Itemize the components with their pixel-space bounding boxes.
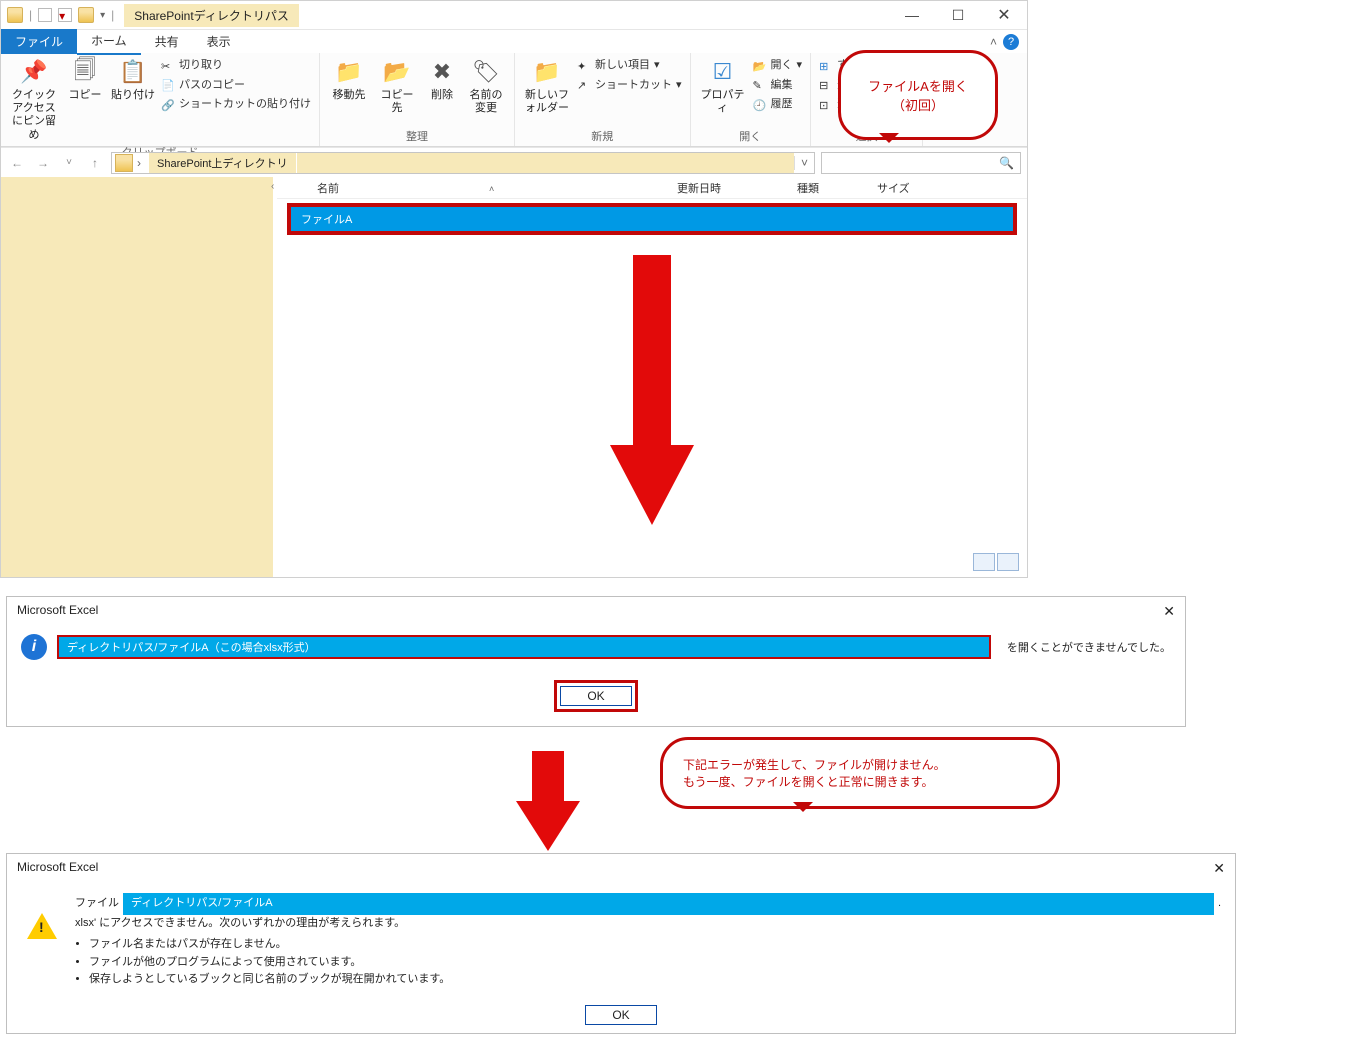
nav-tree[interactable]	[1, 177, 273, 577]
dialog-text: ファイル ディレクトリパス/ファイルA . xlsx' にアクセスできません。次…	[75, 893, 1221, 989]
tab-view[interactable]: 表示	[193, 29, 245, 54]
view-icons-button[interactable]	[997, 553, 1019, 571]
callout-text: ファイルAを開く	[868, 76, 968, 95]
properties-button[interactable]: ☑プロパティ	[699, 57, 747, 115]
qat-icon[interactable]	[38, 8, 52, 22]
address-bar[interactable]: › SharePoint上ディレクトリ ˅	[111, 152, 815, 174]
tab-share[interactable]: 共有	[141, 29, 193, 54]
open-button[interactable]: 📂開く ▾	[753, 57, 803, 75]
new-folder-button[interactable]: 📁新しいフォルダー	[523, 57, 571, 115]
titlebar: | ▾ ▾ | SharePointディレクトリパス — ☐ ✕	[1, 1, 1027, 29]
recent-button[interactable]: ˅	[59, 153, 79, 173]
dialog-text: を開くことができませんでした。	[1007, 639, 1171, 655]
pin-button[interactable]: 📌クイック アクセスにピン留め	[9, 57, 59, 142]
rename-button[interactable]: 🏷名前の変更	[466, 57, 506, 115]
folder-icon	[78, 7, 94, 23]
paste-button[interactable]: 📋貼り付け	[111, 57, 155, 102]
col-type[interactable]: 種類	[787, 180, 867, 196]
ribbon-collapse-icon[interactable]: ˄	[984, 35, 1003, 49]
new-item-button[interactable]: ✦新しい項目 ▾	[577, 57, 660, 75]
file-list: 名前˄ 更新日時 種類 サイズ ファイルA	[277, 177, 1027, 577]
view-switcher	[973, 553, 1019, 571]
breadcrumb[interactable]: SharePoint上ディレクトリ	[149, 153, 296, 173]
navbar: ← → ˅ ↑ › SharePoint上ディレクトリ ˅ 🔍	[1, 147, 1027, 177]
history-button[interactable]: 🕘履歴	[753, 96, 793, 114]
qat-caret[interactable]: ▾	[100, 10, 105, 21]
copyto-button[interactable]: 📂コピー先	[376, 57, 418, 115]
column-headers: 名前˄ 更新日時 種類 サイズ	[277, 177, 1027, 199]
window-title: SharePointディレクトリパス	[124, 4, 299, 27]
qat-separator: |	[111, 8, 114, 22]
dialog-excel-2: Microsoft Excel ✕ ファイル ディレクトリパス/ファイルA . …	[6, 853, 1236, 1034]
delete-button[interactable]: ✖削除	[424, 57, 460, 102]
highlight-box: ファイルA	[287, 203, 1017, 235]
paste-shortcut-button[interactable]: 🔗ショートカットの貼り付け	[161, 96, 311, 114]
callout-text: （初回）	[892, 95, 944, 114]
highlighted-path: ディレクトリパス/ファイルA（この場合xlsx形式）	[59, 637, 989, 657]
minimize-button[interactable]: —	[889, 1, 935, 29]
callout-text: 下記エラーが発生して、ファイルが開けません。	[683, 756, 946, 773]
maximize-button[interactable]: ☐	[935, 1, 981, 29]
close-icon[interactable]: ✕	[1213, 860, 1225, 877]
callout: ファイルAを開く （初回）	[838, 50, 998, 140]
cut-button[interactable]: ✂切り取り	[161, 57, 223, 75]
group-label: 整理	[406, 128, 428, 144]
search-icon: 🔍	[999, 156, 1014, 170]
view-details-button[interactable]	[973, 553, 995, 571]
info-icon: i	[21, 634, 47, 660]
folder-icon	[7, 7, 23, 23]
arrow-icon	[629, 255, 675, 525]
dialog-excel-1: Microsoft Excel ✕ i ディレクトリパス/ファイルA（この場合x…	[6, 596, 1186, 727]
qat-icon[interactable]: ▾	[58, 8, 72, 22]
qat-separator: |	[29, 8, 32, 22]
col-size[interactable]: サイズ	[867, 180, 927, 196]
copy-button[interactable]: 🗐コピー	[65, 57, 105, 102]
back-button[interactable]: ←	[7, 153, 27, 173]
forward-button[interactable]: →	[33, 153, 53, 173]
up-button[interactable]: ↑	[85, 153, 105, 173]
file-row[interactable]: ファイルA	[291, 207, 1013, 231]
close-button[interactable]: ✕	[981, 1, 1027, 29]
help-icon[interactable]: ?	[1003, 34, 1019, 50]
ok-button[interactable]: OK	[560, 686, 631, 706]
moveto-button[interactable]: 📁移動先	[328, 57, 370, 102]
callout: 下記エラーが発生して、ファイルが開けません。 もう一度、ファイルを開くと正常に開…	[660, 737, 1060, 809]
warning-icon	[27, 913, 57, 939]
col-date[interactable]: 更新日時	[667, 180, 787, 196]
search-input[interactable]: 🔍	[821, 152, 1021, 174]
highlighted-path: ディレクトリパス/ファイルA	[123, 893, 1214, 915]
group-label: 開く	[739, 128, 761, 144]
arrow-icon	[528, 751, 568, 841]
address-dropdown-icon[interactable]: ˅	[794, 156, 814, 170]
tab-file[interactable]: ファイル	[1, 29, 77, 54]
folder-icon	[115, 154, 133, 172]
callout-text: もう一度、ファイルを開くと正常に開きます。	[683, 773, 933, 790]
dialog-title: Microsoft Excel	[17, 860, 98, 877]
sort-icon: ˄	[489, 184, 494, 194]
col-name[interactable]: 名前˄	[277, 180, 667, 196]
copy-path-button[interactable]: 📄パスのコピー	[161, 77, 245, 95]
ok-button[interactable]: OK	[585, 1005, 656, 1025]
close-icon[interactable]: ✕	[1163, 603, 1175, 620]
dialog-title: Microsoft Excel	[17, 603, 98, 620]
group-label: 新規	[591, 128, 613, 144]
shortcut-button[interactable]: ↗ショートカット ▾	[577, 77, 682, 95]
edit-button[interactable]: ✎編集	[753, 77, 793, 95]
tab-home[interactable]: ホーム	[77, 28, 141, 55]
